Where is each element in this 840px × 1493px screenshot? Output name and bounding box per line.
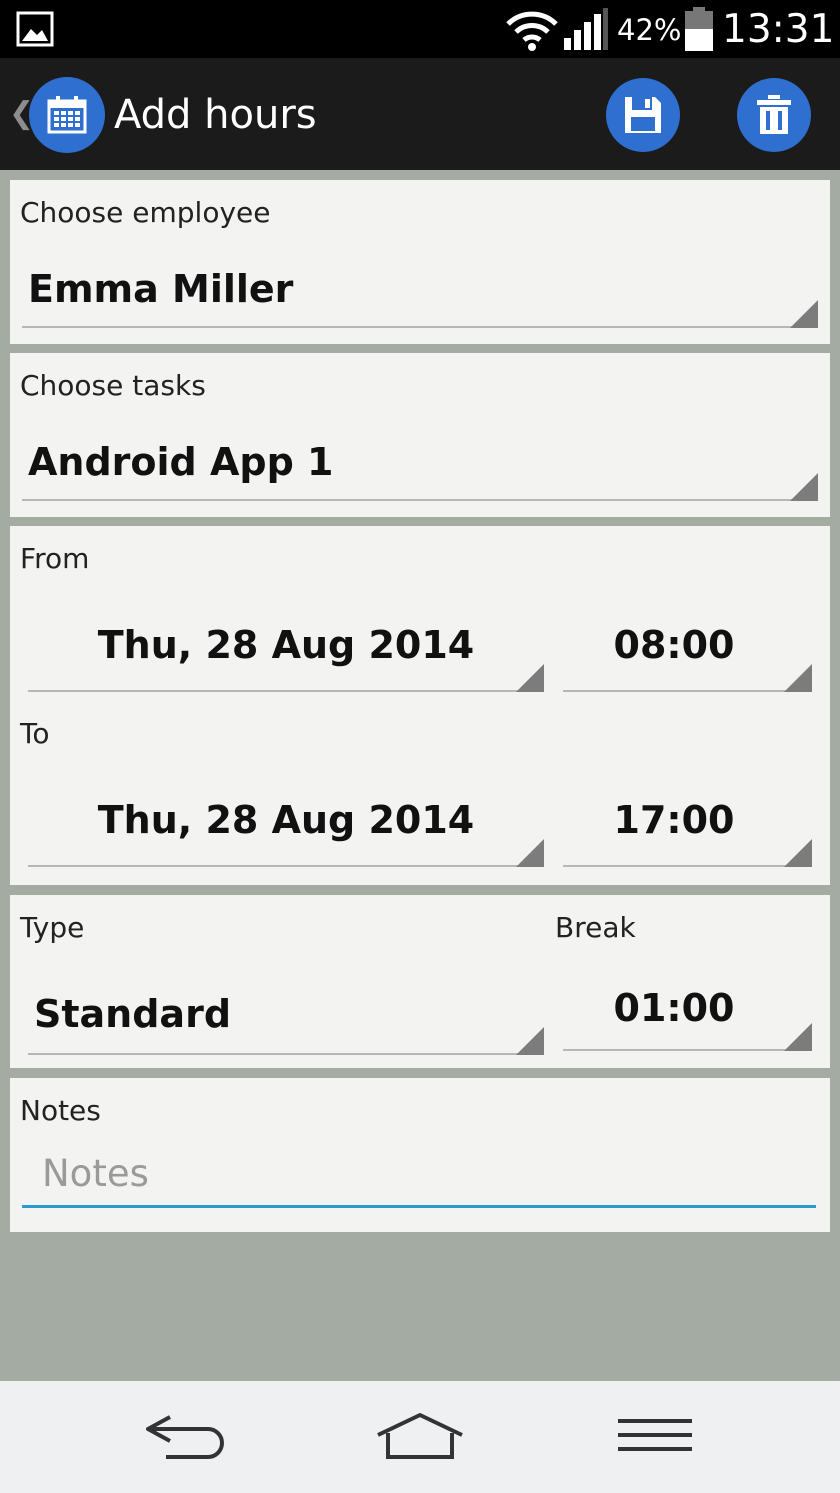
dropdown-corner-icon [516,664,544,692]
notes-input[interactable] [22,1142,816,1208]
date-range-card: From Thu, 28 Aug 2014 08:00 To Thu, 28 A… [10,526,830,885]
to-date-spinner[interactable]: Thu, 28 Aug 2014 [28,787,544,867]
trash-icon [757,95,791,134]
delete-button[interactable] [737,78,811,152]
type-label: Type [20,911,85,944]
dropdown-corner-icon [784,839,812,867]
employee-card: Choose employee Emma Miller [10,180,830,344]
menu-icon[interactable] [616,1409,694,1465]
from-time-value: 08:00 [613,623,735,667]
type-value: Standard [34,992,232,1036]
dropdown-corner-icon [790,473,818,501]
dropdown-corner-icon [790,300,818,328]
save-icon [625,97,661,133]
to-date-value: Thu, 28 Aug 2014 [97,798,475,842]
from-date-value: Thu, 28 Aug 2014 [97,623,475,667]
dropdown-corner-icon [784,664,812,692]
dropdown-corner-icon [516,839,544,867]
action-bar: ❮ Add hours [0,58,840,170]
spinner-underline [28,865,544,867]
page-title: Add hours [114,92,317,138]
spinner-underline [22,326,818,328]
employee-label: Choose employee [20,196,271,229]
dropdown-corner-icon [516,1027,544,1055]
type-spinner[interactable]: Standard [28,975,544,1055]
spinner-underline [28,1053,544,1055]
from-label: From [20,542,90,575]
to-label: To [20,717,50,750]
battery-percent: 42% [617,13,682,47]
back-icon[interactable] [140,1409,230,1465]
spinner-underline [563,1049,812,1051]
from-date-spinner[interactable]: Thu, 28 Aug 2014 [28,612,544,692]
calendar-icon [47,96,87,134]
to-time-value: 17:00 [613,798,735,842]
break-label: Break [555,911,636,944]
from-time-spinner[interactable]: 08:00 [563,612,812,692]
task-card: Choose tasks Android App 1 [10,353,830,517]
app-icon[interactable] [29,77,105,153]
dropdown-corner-icon [784,1023,812,1051]
save-button[interactable] [606,78,680,152]
to-time-spinner[interactable]: 17:00 [563,787,812,867]
task-label: Choose tasks [20,369,206,402]
spinner-underline [563,690,812,692]
break-spinner[interactable]: 01:00 [563,975,812,1051]
spinner-underline [563,865,812,867]
signal-icon [564,8,608,50]
task-spinner[interactable]: Android App 1 [22,431,818,505]
battery-icon [685,7,713,51]
employee-value: Emma Miller [28,267,294,311]
break-value: 01:00 [613,986,735,1030]
task-value: Android App 1 [28,440,334,484]
wifi-icon [506,11,558,51]
gallery-icon [16,11,54,47]
status-bar: 42% 13:31 [0,0,840,58]
spinner-underline [28,690,544,692]
notes-label: Notes [20,1094,101,1127]
type-break-card: Type Break Standard 01:00 [10,895,830,1068]
employee-spinner[interactable]: Emma Miller [22,258,818,332]
navigation-bar [0,1381,840,1493]
clock: 13:31 [722,7,835,52]
home-icon[interactable] [372,1409,468,1465]
notes-card: Notes [10,1078,830,1232]
spinner-underline [22,499,818,501]
